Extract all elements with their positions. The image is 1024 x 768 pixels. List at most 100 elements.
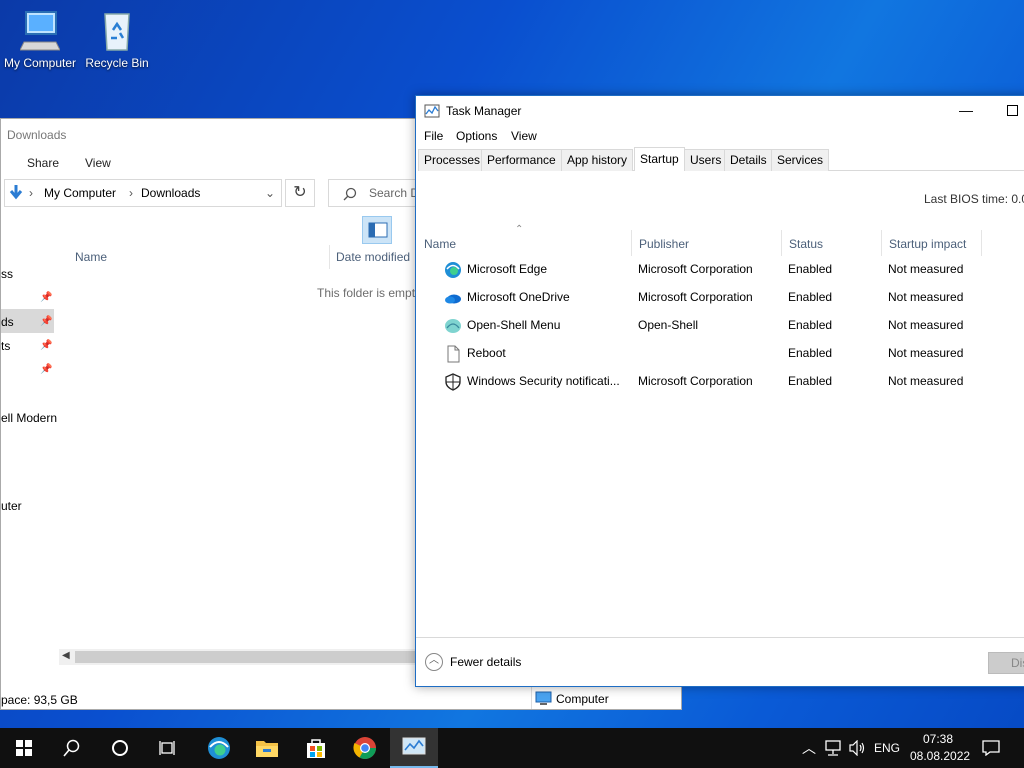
search-button[interactable] <box>48 728 96 768</box>
scroll-left-icon[interactable]: ◀ <box>62 650 70 661</box>
cortana-button[interactable] <box>96 728 144 768</box>
nav-item-open-shell[interactable]: ell Modern <box>1 411 57 425</box>
sort-up-icon: ⌃ <box>515 224 524 235</box>
column-header-startup-impact[interactable]: Startup impact <box>889 237 966 251</box>
column-header-status[interactable]: Status <box>789 237 823 251</box>
column-header-publisher[interactable]: Publisher <box>639 237 689 251</box>
column-separator <box>781 230 782 256</box>
clock-date[interactable]: 08.08.2022 <box>910 749 970 763</box>
breadcrumb-downloads[interactable]: Downloads <box>141 186 200 200</box>
row-status: Enabled <box>788 374 833 388</box>
task-view-button[interactable] <box>144 728 192 768</box>
desktop-icon-recycle-bin[interactable]: Recycle Bin <box>77 8 157 70</box>
row-impact: Not measured <box>888 346 964 360</box>
taskbar-edge[interactable] <box>195 728 243 768</box>
table-row[interactable]: Microsoft Edge Microsoft Corporation Ena… <box>416 256 1016 284</box>
last-bios-label: Last BIOS time: <box>924 192 1009 206</box>
breadcrumb-my-computer[interactable]: My Computer <box>44 186 116 200</box>
edge-icon <box>208 737 230 759</box>
taskbar-task-manager[interactable] <box>390 728 438 768</box>
chevron-right-icon: › <box>29 186 33 200</box>
open-shell-icon <box>445 319 461 333</box>
tab-users[interactable]: Users <box>684 149 728 171</box>
tab-startup[interactable]: Startup <box>634 147 685 171</box>
menu-file[interactable]: File <box>424 129 443 143</box>
menu-view[interactable]: View <box>511 129 537 143</box>
row-name: Microsoft OneDrive <box>467 290 570 304</box>
language-indicator[interactable]: ENG <box>874 741 900 755</box>
pin-icon: 📌 <box>40 364 53 375</box>
menu-options[interactable]: Options <box>456 129 497 143</box>
start-button[interactable] <box>0 728 48 768</box>
status-computer: Computer <box>531 687 681 709</box>
table-row[interactable]: Windows Security notificati... Microsoft… <box>416 368 1016 396</box>
ribbon-tab-share[interactable]: Share <box>27 156 59 170</box>
scrollbar-thumb[interactable] <box>75 651 419 663</box>
minimize-button[interactable]: — <box>948 100 984 122</box>
row-publisher: Microsoft Corporation <box>638 290 753 304</box>
column-header-date-modified[interactable]: Date modified <box>336 250 410 264</box>
maximize-icon <box>1006 105 1018 116</box>
nav-item-downloads[interactable]: ds <box>1 315 14 329</box>
desktop-icon-label: Recycle Bin <box>85 56 149 70</box>
task-manager-icon <box>402 737 426 755</box>
refresh-icon: ↻ <box>293 184 307 201</box>
disable-button[interactable]: Dis <box>988 652 1024 674</box>
minimize-icon: — <box>959 102 973 118</box>
taskbar-store[interactable] <box>292 728 340 768</box>
shield-icon <box>445 373 461 391</box>
last-bios-time: Last BIOS time: 0.0 <box>924 192 1024 206</box>
network-icon[interactable] <box>824 740 842 756</box>
horizontal-scrollbar[interactable]: ◀ <box>59 649 419 665</box>
desktop-icon-my-computer[interactable]: My Computer <box>0 8 80 70</box>
row-status: Enabled <box>788 262 833 276</box>
column-header-name[interactable]: Name <box>424 237 456 251</box>
volume-icon[interactable] <box>848 740 866 756</box>
chevron-down-icon[interactable]: ⌄ <box>265 186 275 200</box>
row-name: Microsoft Edge <box>467 262 548 276</box>
taskbar-file-explorer[interactable] <box>243 728 291 768</box>
column-header-name[interactable]: Name <box>75 250 107 264</box>
row-name: Windows Security notificati... <box>467 374 620 388</box>
table-row[interactable]: Open-Shell Menu Open-Shell Enabled Not m… <box>416 312 1016 340</box>
row-impact: Not measured <box>888 290 964 304</box>
notifications-icon[interactable] <box>982 740 1000 756</box>
nav-item-computer[interactable]: uter <box>1 499 22 513</box>
store-bag-icon <box>307 739 325 758</box>
windows-logo-icon <box>16 740 32 756</box>
details-pane-button[interactable] <box>362 216 392 244</box>
window-title: Downloads <box>7 128 67 142</box>
nav-item-quick-access[interactable]: ss <box>1 267 13 281</box>
table-row[interactable]: Microsoft OneDrive Microsoft Corporation… <box>416 284 1016 312</box>
computer-icon <box>20 11 60 51</box>
tab-app-history[interactable]: App history <box>561 149 634 171</box>
tab-details[interactable]: Details <box>724 149 773 171</box>
maximize-button[interactable] <box>994 100 1024 122</box>
address-bar[interactable]: › My Computer › Downloads ⌄ <box>4 179 282 207</box>
cortana-circle-icon <box>112 740 128 756</box>
ribbon-tab-view[interactable]: View <box>85 156 111 170</box>
task-manager-window: Task Manager — File Options View Process… <box>415 95 1024 687</box>
taskbar-chrome[interactable] <box>341 728 389 768</box>
column-separator <box>631 230 632 256</box>
tab-performance[interactable]: Performance <box>481 149 562 171</box>
show-hidden-icons-chevron-icon[interactable]: ︿ <box>802 738 816 758</box>
pin-icon: 📌 <box>40 340 53 351</box>
tab-processes[interactable]: Processes <box>418 149 487 171</box>
folder-icon <box>256 741 278 757</box>
refresh-button[interactable]: ↻ <box>285 179 315 207</box>
tab-services[interactable]: Services <box>771 149 830 171</box>
status-free-space: pace: 93,5 GB <box>1 693 78 707</box>
row-status: Enabled <box>788 318 833 332</box>
row-impact: Not measured <box>888 262 964 276</box>
pin-icon: 📌 <box>40 316 53 327</box>
clock-time[interactable]: 07:38 <box>923 732 953 746</box>
chevron-up-circle-icon[interactable]: ︿ <box>425 653 443 671</box>
nav-item-documents[interactable]: ts <box>1 339 10 353</box>
fewer-details-link[interactable]: Fewer details <box>450 655 521 669</box>
desktop-icon-label: My Computer <box>3 56 77 70</box>
monitor-icon <box>535 691 552 705</box>
row-name: Reboot <box>467 346 506 360</box>
download-arrow-icon <box>9 185 23 200</box>
table-row[interactable]: Reboot Enabled Not measured <box>416 340 1016 368</box>
